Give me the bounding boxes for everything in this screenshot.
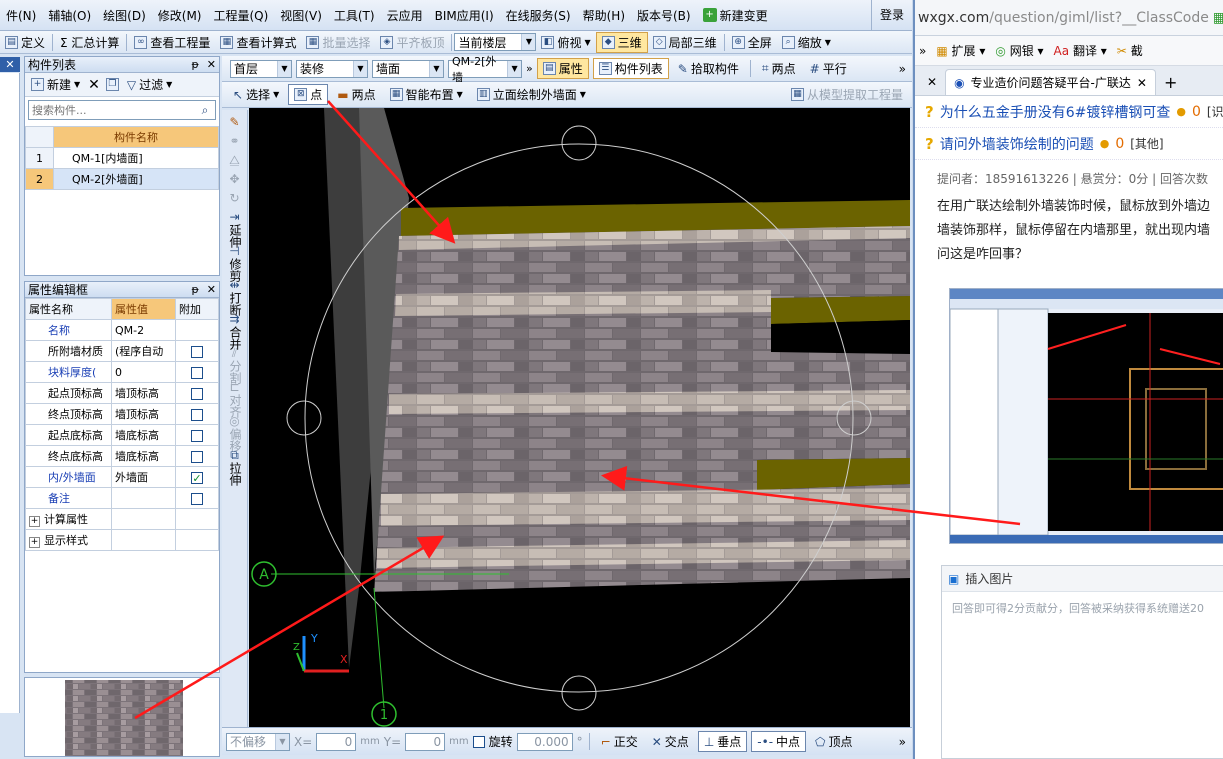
annotation-arrows bbox=[134, 100, 1021, 720]
